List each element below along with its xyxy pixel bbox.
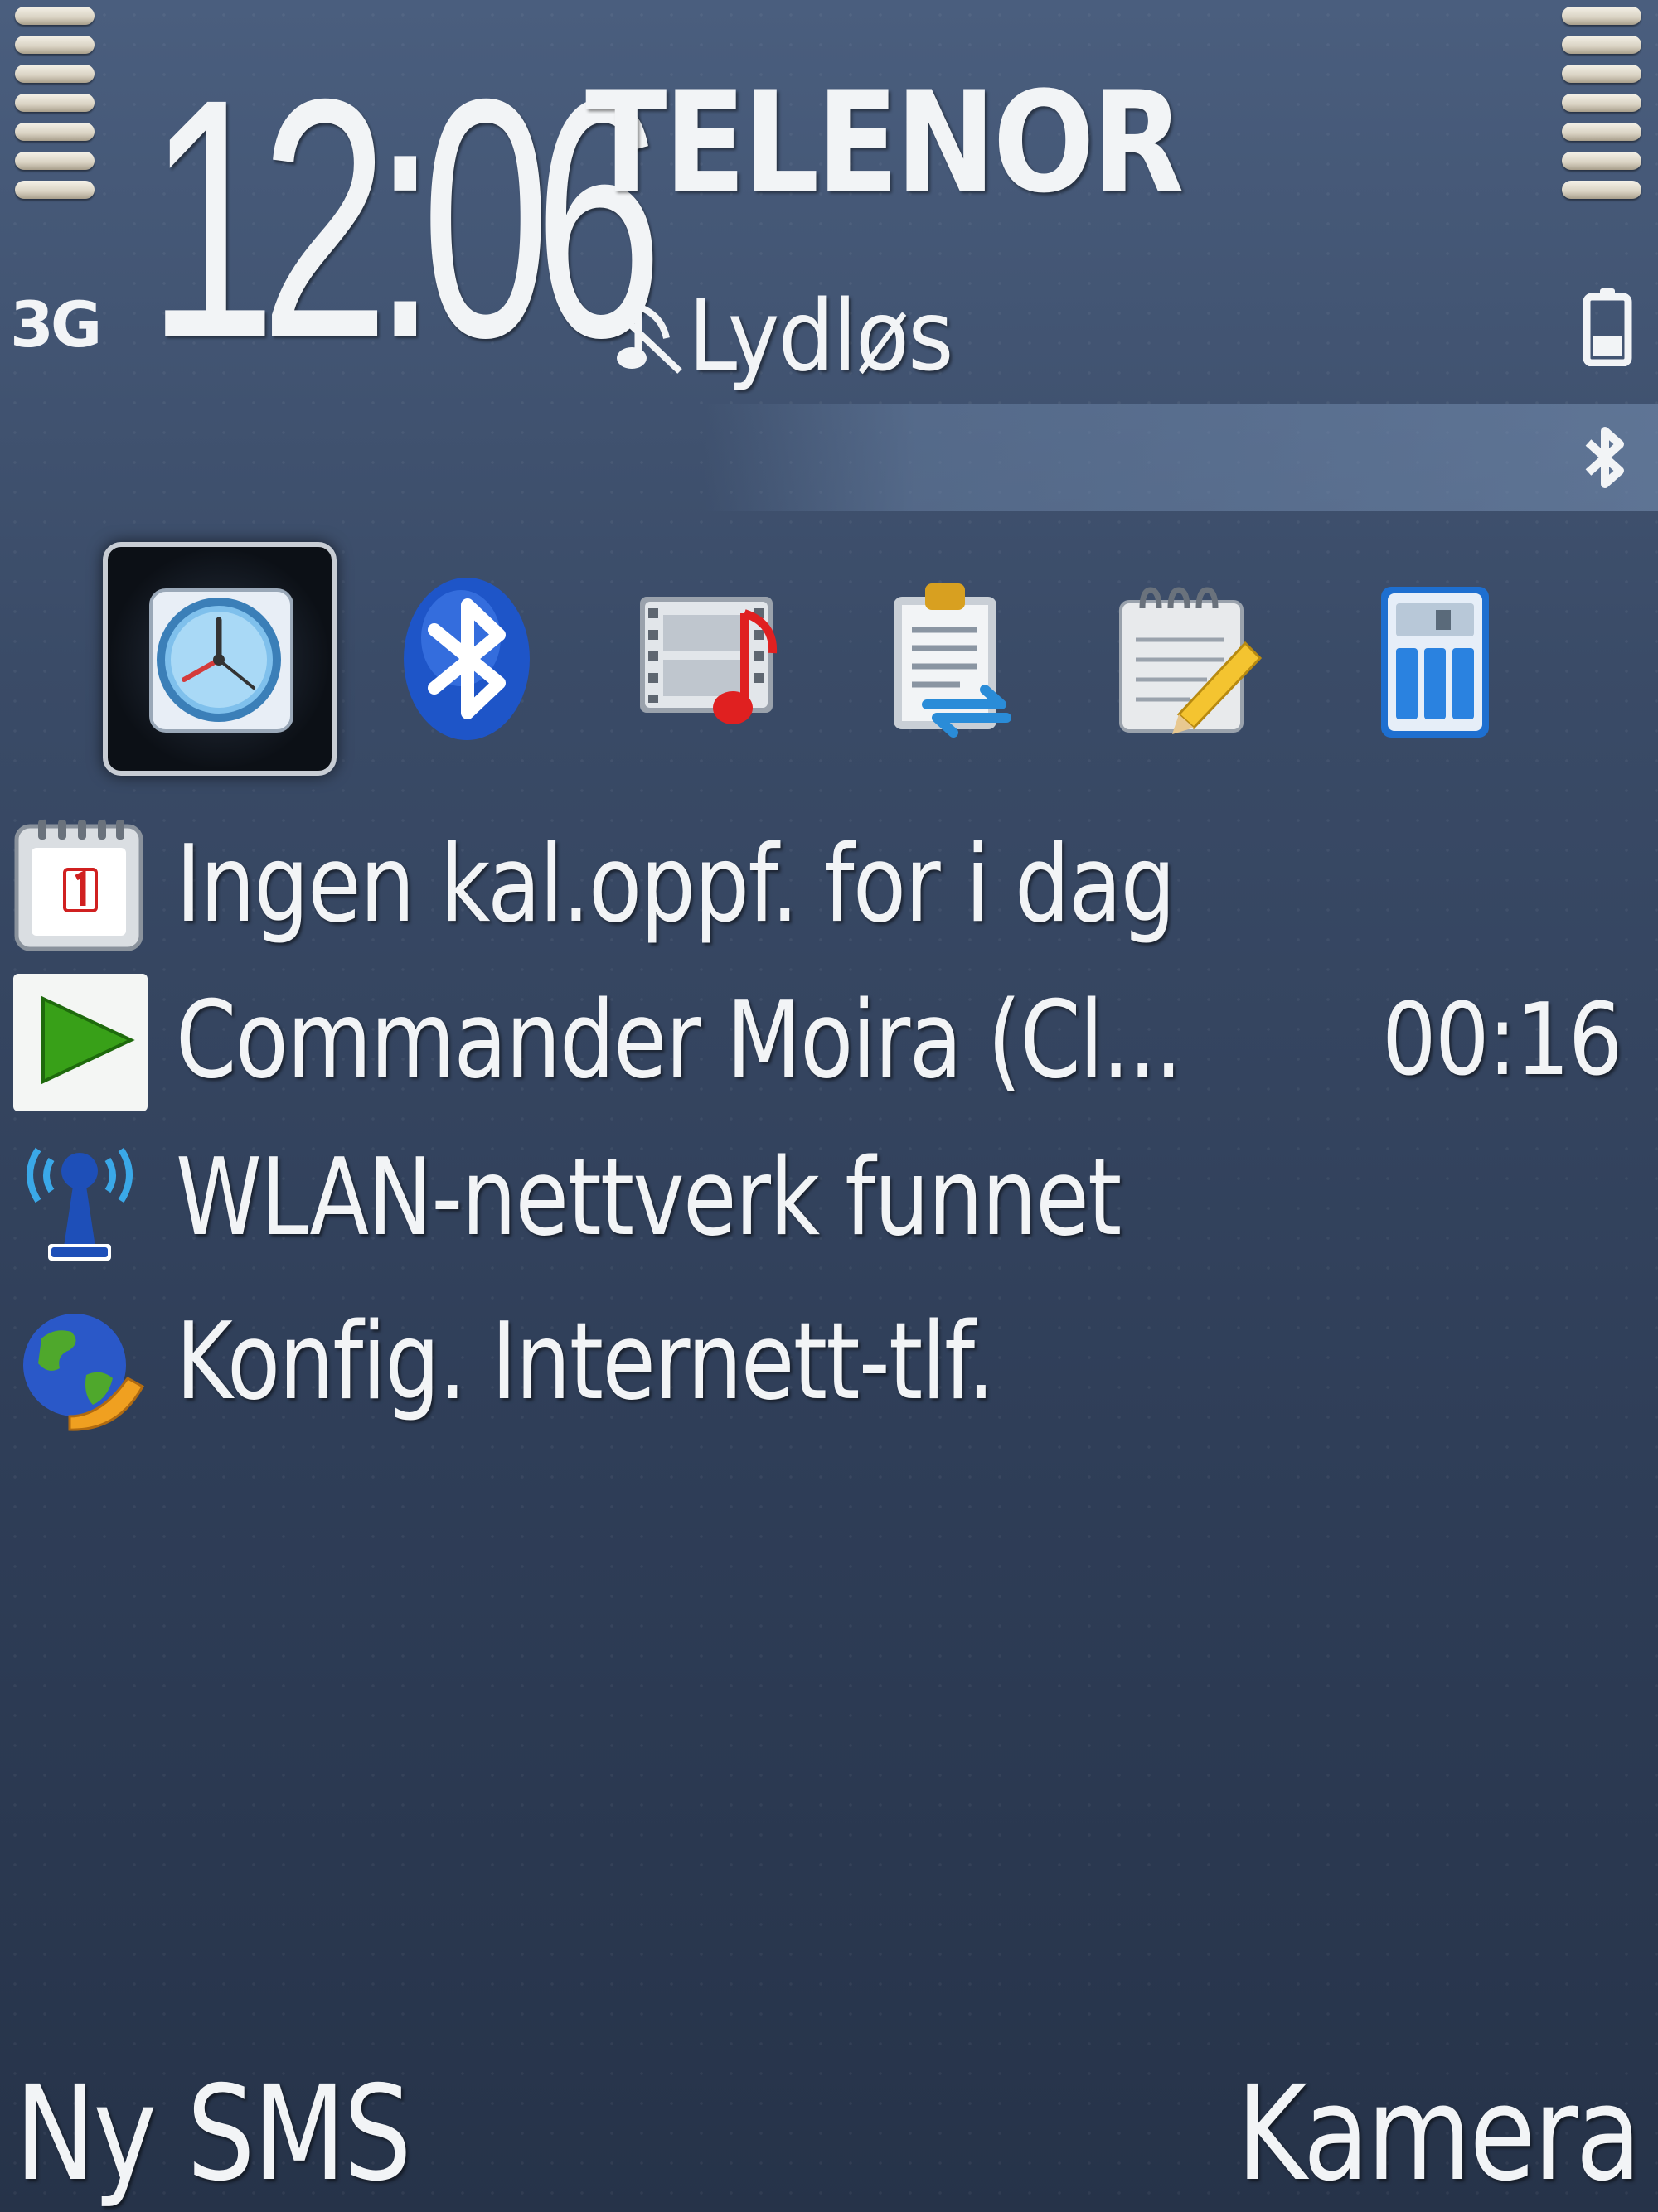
shortcut-data-transfer[interactable] — [831, 542, 1064, 776]
left-softkey[interactable]: Ny SMS — [15, 2069, 412, 2200]
shortcut-notes[interactable] — [1069, 542, 1303, 776]
signal-bar — [15, 152, 95, 170]
data-transfer-icon — [894, 583, 1011, 738]
battery-bar — [1562, 7, 1641, 25]
wlan-icon — [27, 1147, 133, 1261]
right-softkey[interactable]: Kamera — [1237, 2069, 1641, 2200]
now-playing-time: 00:16 — [1382, 983, 1623, 1098]
calendar-reminder-row[interactable]: Ingen kal.oppf. for i dag — [0, 811, 1658, 960]
media-player-icon — [640, 597, 778, 724]
battery-bar — [1562, 123, 1641, 141]
wlan-found-text: WLAN-nettverk funnet — [176, 1136, 1122, 1260]
battery-bar — [1562, 181, 1641, 199]
shortcut-bluetooth[interactable] — [350, 542, 584, 776]
battery-bar — [1562, 152, 1641, 170]
battery-level-indicator — [1562, 7, 1641, 210]
bluetooth-icon — [404, 578, 530, 740]
battery-bar — [1562, 94, 1641, 112]
clock[interactable]: 12:06 — [148, 48, 663, 388]
status-strip — [705, 404, 1658, 511]
operator-name: TELENOR — [585, 61, 1184, 224]
profile-indicator[interactable]: Lydløs — [613, 282, 982, 390]
calculator-icon — [1381, 587, 1489, 738]
signal-bar — [15, 7, 95, 25]
battery-bar — [1562, 65, 1641, 83]
signal-bar — [15, 123, 95, 141]
now-playing-row[interactable]: Commander Moira (Cl... 00:16 — [0, 966, 1658, 1116]
signal-bar — [15, 94, 95, 112]
shortcut-media-player[interactable] — [590, 542, 824, 776]
shortcut-clock[interactable] — [103, 542, 337, 776]
signal-strength-indicator — [15, 7, 95, 210]
wlan-found-row[interactable]: WLAN-nettverk funnet — [0, 1124, 1658, 1273]
clock-icon — [149, 588, 293, 733]
profile-name: Lydløs — [688, 278, 953, 393]
battery-bar — [1562, 36, 1641, 54]
play-icon — [13, 974, 148, 1111]
silent-profile-icon — [616, 303, 682, 374]
calendar-icon — [14, 820, 143, 951]
internet-phone-config-row[interactable]: Konfig. Internett-tlf. — [0, 1288, 1658, 1437]
signal-bar — [15, 36, 95, 54]
signal-bar — [15, 65, 95, 83]
globe-phone-icon — [23, 1314, 145, 1431]
notes-icon — [1119, 587, 1263, 734]
network-type-label: 3G — [10, 288, 102, 361]
shortcut-calculator[interactable] — [1315, 542, 1549, 776]
battery-icon — [1583, 288, 1632, 366]
signal-bar — [15, 181, 95, 199]
now-playing-track: Commander Moira (Cl... — [176, 979, 1182, 1102]
internet-phone-config-text: Konfig. Internett-tlf. — [176, 1300, 995, 1424]
bluetooth-status-icon — [1585, 427, 1624, 488]
calendar-reminder-text: Ingen kal.oppf. for i dag — [176, 823, 1176, 946]
